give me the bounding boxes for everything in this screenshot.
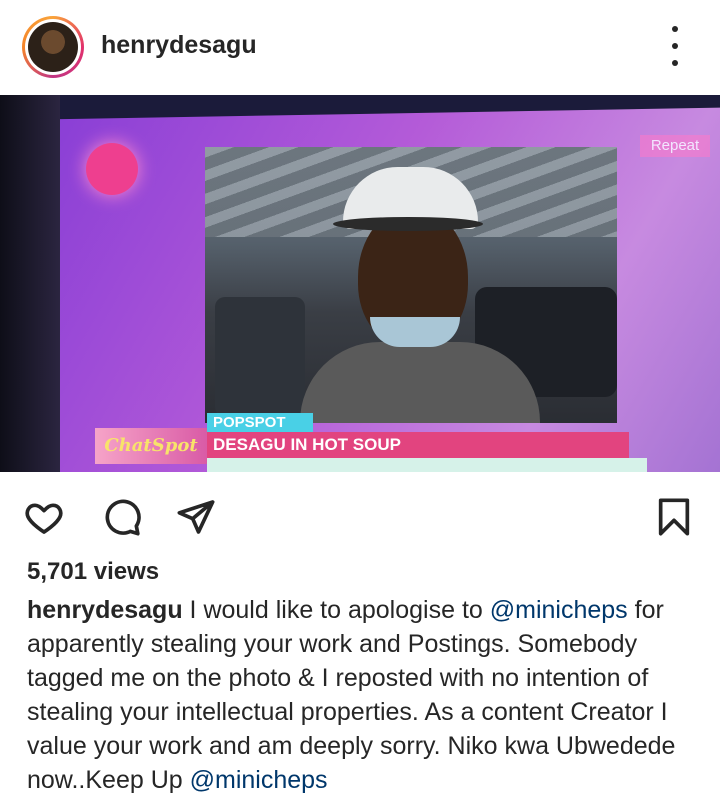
more-options-icon[interactable] [660, 26, 690, 66]
post-media[interactable]: Repeat ChatSpot POPSPOT DESAGU IN HOT SO… [0, 95, 720, 472]
avatar-frame [25, 19, 81, 75]
post-actions [0, 472, 720, 562]
avatar-image [28, 22, 78, 72]
paper-plane-icon[interactable] [176, 497, 216, 537]
caption-mention[interactable]: @minicheps [190, 766, 328, 794]
parked-car-left [215, 297, 305, 417]
post-header: henrydesagu [0, 0, 720, 95]
popspot-tag: POPSPOT [207, 413, 313, 432]
heart-icon[interactable] [24, 497, 64, 537]
cap-brim [333, 217, 483, 231]
tv-bezel [0, 95, 60, 472]
comment-icon[interactable] [102, 497, 142, 537]
chatspot-logo: ChatSpot [95, 428, 207, 464]
caption-username[interactable]: henrydesagu [27, 596, 183, 624]
caption-mention[interactable]: @minicheps [490, 596, 628, 624]
tv-lower-third: ChatSpot POPSPOT DESAGU IN HOT SOUP [95, 413, 647, 472]
subline-bar [207, 458, 647, 472]
video-frame [205, 147, 617, 423]
view-count[interactable]: 5,701 views [27, 558, 159, 586]
caption-text: for apparently stealing your work and Po… [27, 596, 676, 794]
avatar[interactable] [22, 16, 84, 78]
caption-text: I would like to apologise to [182, 596, 490, 624]
post-caption: henrydesagu I would like to apologise to… [27, 593, 702, 797]
channel-logo [86, 143, 138, 195]
post-username[interactable]: henrydesagu [101, 31, 257, 60]
headline-bar: DESAGU IN HOT SOUP [207, 432, 629, 458]
repeat-label: Repeat [640, 135, 710, 157]
bookmark-icon[interactable] [654, 497, 694, 537]
